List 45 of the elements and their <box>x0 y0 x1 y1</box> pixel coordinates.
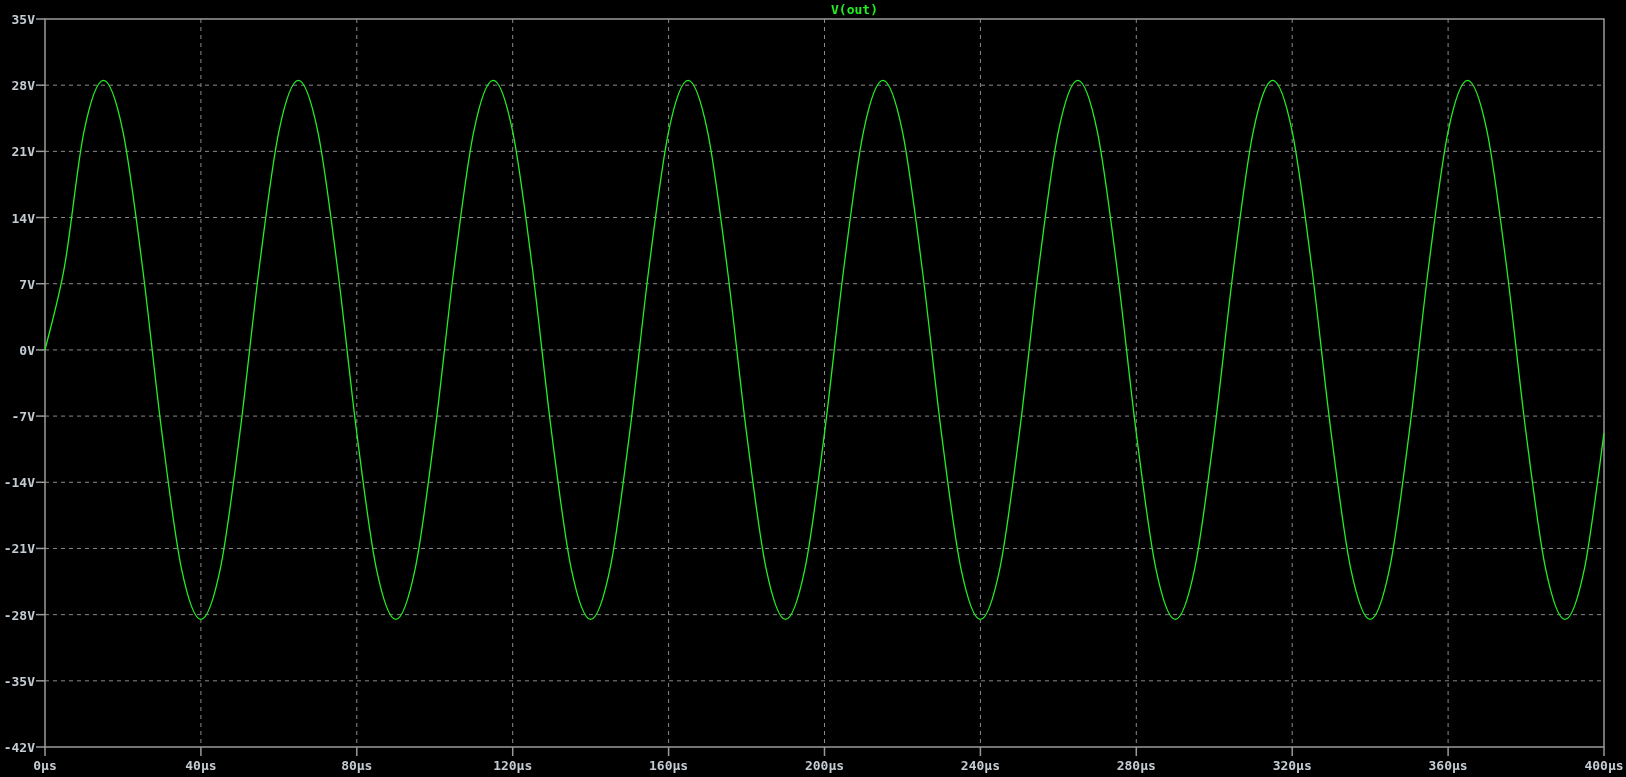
y-tick-label: 28V <box>11 78 35 94</box>
x-tick-label: 280µs <box>1116 758 1156 773</box>
y-tick-label: 7V <box>19 276 35 292</box>
y-tick-label: 35V <box>11 12 35 27</box>
tick-mark <box>35 216 46 219</box>
tick-mark <box>35 613 46 616</box>
y-tick-label: 0V <box>19 342 35 358</box>
y-tick-label: -21V <box>3 541 35 557</box>
tick-mark <box>35 18 46 20</box>
y-tick-label: -35V <box>3 673 35 689</box>
x-tick-label: 320µs <box>1272 758 1312 773</box>
tick-mark <box>35 415 46 417</box>
y-tick-label: -14V <box>3 475 35 491</box>
tick-mark <box>35 547 46 550</box>
x-tick-label: 200µs <box>804 758 845 773</box>
y-tick-label: 21V <box>11 144 35 160</box>
x-tick-label: 80µs <box>341 758 373 773</box>
tick-mark <box>667 746 670 757</box>
tick-mark <box>35 84 46 86</box>
tick-mark <box>200 746 202 757</box>
x-tick-label: 240µs <box>960 758 1000 773</box>
y-tick-label: -28V <box>3 607 35 623</box>
tick-mark <box>979 746 982 757</box>
y-tick-label: 14V <box>11 210 35 226</box>
tick-mark <box>35 150 46 153</box>
y-tick-label: -42V <box>3 740 35 755</box>
x-tick-label: 400µs <box>1584 758 1624 773</box>
tick-mark <box>1447 746 1449 757</box>
tick-mark <box>1291 746 1293 757</box>
x-tick-label: 40µs <box>185 758 217 773</box>
x-tick-label: 360µs <box>1428 758 1468 773</box>
tick-mark <box>35 481 46 483</box>
tick-mark <box>356 746 358 757</box>
tick-mark <box>823 746 826 757</box>
tick-mark <box>1135 746 1138 757</box>
trace-label[interactable]: V(out) <box>831 2 878 17</box>
tick-mark <box>1603 746 1605 757</box>
y-tick-label: -7V <box>11 409 35 425</box>
x-tick-label: 160µs <box>649 758 689 773</box>
tick-mark <box>511 746 514 757</box>
x-tick-label: 0µs <box>33 758 57 773</box>
tick-mark <box>35 680 46 682</box>
tick-mark <box>35 349 46 351</box>
x-tick-label: 120µs <box>493 758 533 773</box>
tick-mark <box>35 283 46 285</box>
